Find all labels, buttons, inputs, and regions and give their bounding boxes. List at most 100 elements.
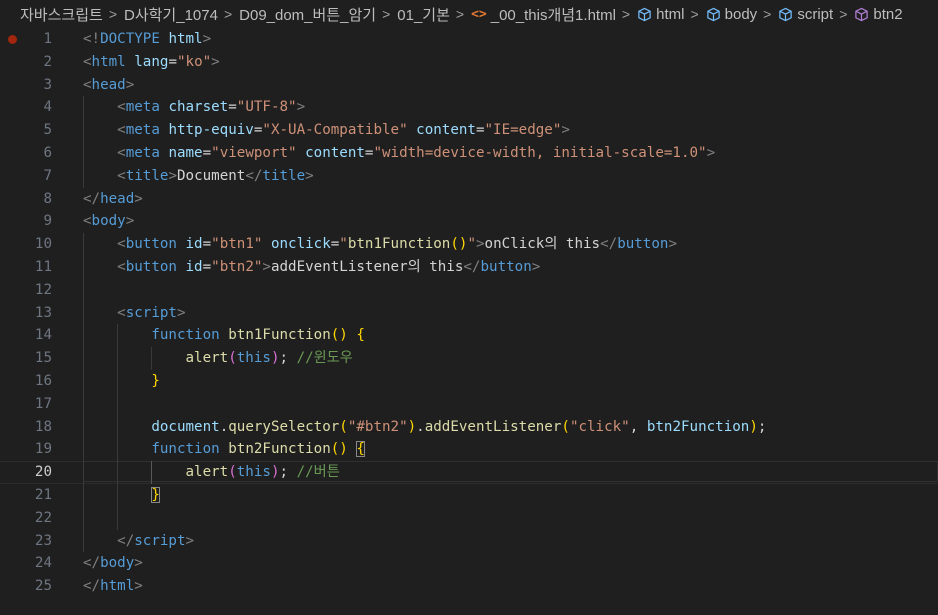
line-number: 8 bbox=[43, 190, 52, 207]
code-text: } bbox=[83, 484, 938, 507]
code-line[interactable]: 21 } bbox=[0, 483, 938, 507]
chevron-right-icon: > bbox=[690, 6, 699, 22]
element-icon bbox=[637, 7, 652, 22]
code-line[interactable]: 23 </script> bbox=[0, 529, 938, 553]
code-token: </ bbox=[600, 236, 618, 253]
code-token: //버튼 bbox=[296, 464, 340, 481]
line-number: 7 bbox=[43, 167, 52, 184]
code-line[interactable]: 20 alert(this); //버튼 bbox=[0, 461, 938, 484]
code-token: . bbox=[416, 418, 425, 435]
code-token: <! bbox=[83, 31, 101, 47]
code-token: button bbox=[617, 236, 669, 253]
code-token: meta bbox=[125, 99, 160, 116]
code-token: html bbox=[91, 53, 126, 70]
code-token: </ bbox=[245, 167, 263, 184]
code-token: document bbox=[151, 418, 220, 435]
breadcrumb-item[interactable]: btn2 bbox=[854, 6, 903, 23]
chevron-right-icon: > bbox=[382, 6, 391, 22]
code-token: > bbox=[305, 167, 314, 184]
code-line[interactable]: 25 </html> bbox=[0, 575, 938, 598]
line-number: 16 bbox=[34, 372, 52, 389]
line-number: 4 bbox=[43, 99, 52, 116]
code-token: http-equiv bbox=[168, 122, 254, 139]
code-token: ( bbox=[561, 418, 570, 435]
code-line[interactable]: 16 } bbox=[0, 369, 938, 393]
code-token: script bbox=[125, 304, 177, 321]
code-line[interactable]: 2 <html lang="ko"> bbox=[0, 51, 938, 74]
html-file-icon: <> bbox=[471, 6, 487, 22]
code-token: content bbox=[305, 144, 365, 161]
breadcrumb-item[interactable]: script bbox=[778, 6, 833, 23]
breadcrumb-item[interactable]: 자바스크립트 bbox=[20, 4, 103, 25]
code-line[interactable]: 18 document.querySelector("#btn2").addEv… bbox=[0, 415, 938, 439]
breadcrumb-item[interactable]: html bbox=[637, 6, 684, 23]
breadcrumb-item[interactable]: body bbox=[706, 6, 757, 23]
code-editor-window: 자바스크립트 > D사학기_1074 > D09_dom_버튼_암기 >01_기본 > <> _… bbox=[0, 0, 938, 615]
code-token: () bbox=[330, 441, 348, 458]
breadcrumb-item[interactable]: 01_기본 bbox=[397, 4, 450, 25]
line-number: 24 bbox=[34, 555, 52, 572]
code-line[interactable]: 13 <script> bbox=[0, 301, 938, 325]
code-token: "UTF-8" bbox=[236, 99, 297, 116]
code-line[interactable]: 24 </body> bbox=[0, 552, 938, 575]
code-line[interactable]: 3 <head> bbox=[0, 74, 938, 97]
code-text: <script> bbox=[83, 302, 938, 325]
breadcrumb-item[interactable]: <> _00_this개념1.html bbox=[471, 4, 616, 25]
breadcrumb-item[interactable]: D09_dom_버튼_암기 bbox=[239, 4, 376, 25]
code-line[interactable]: 19 function btn2Function() { bbox=[0, 438, 938, 462]
code-text: <button id="btn1" onclick="btn1Function(… bbox=[83, 233, 938, 256]
code-line[interactable]: 9 <body> bbox=[0, 210, 938, 233]
code-line[interactable]: 15 alert(this); //윈도우 bbox=[0, 347, 938, 370]
code-line[interactable]: 17 bbox=[0, 392, 938, 416]
code-line[interactable]: 12 bbox=[0, 278, 938, 302]
editor-pane[interactable]: 1 <!DOCTYPE html> 2 <html lang="ko"> 3 <head>… bbox=[0, 28, 938, 615]
breadcrumb-item[interactable]: D사학기_1074 bbox=[124, 4, 218, 25]
breadcrumb-label: 자바스크립트 bbox=[20, 6, 103, 24]
code-line[interactable]: 8 </head> bbox=[0, 188, 938, 211]
code-token: > bbox=[185, 532, 195, 549]
code-line[interactable]: 10 <button id="btn1" onclick="btn1Functi… bbox=[0, 233, 938, 256]
code-token: </ bbox=[463, 258, 481, 275]
code-token: title bbox=[125, 167, 169, 184]
code-line[interactable]: 1 <!DOCTYPE html> bbox=[0, 28, 938, 51]
code-line[interactable]: 4 <meta charset="UTF-8"> bbox=[0, 96, 938, 120]
code-token: head bbox=[100, 190, 135, 207]
code-line[interactable]: 11 <button id="btn2">addEventListener의 t… bbox=[0, 255, 938, 279]
code-token: function bbox=[151, 327, 220, 344]
code-text: </html> bbox=[83, 575, 938, 598]
chevron-right-icon: > bbox=[621, 6, 631, 22]
code-line[interactable]: 6 <meta name="viewport" content="width=d… bbox=[0, 141, 938, 165]
code-token: > bbox=[475, 236, 485, 253]
code-token: btn1Function bbox=[347, 236, 451, 253]
code-text: <title>Document</title> bbox=[83, 165, 938, 188]
code-token: > bbox=[531, 258, 541, 275]
code-token: "ko" bbox=[176, 53, 212, 70]
code-text: <button id="btn2">addEventListener의 this… bbox=[83, 256, 938, 279]
code-line[interactable]: 5 <meta http-equiv = "X-UA-Compatible" con… bbox=[0, 119, 938, 142]
code-line[interactable]: 7 <title>Document</title> bbox=[0, 164, 938, 188]
code-token: btn2Function bbox=[228, 441, 331, 458]
code-token: < bbox=[117, 122, 126, 139]
element-icon bbox=[706, 7, 721, 22]
code-text: <meta charset="UTF-8"> bbox=[83, 96, 938, 119]
code-token: name bbox=[168, 144, 203, 161]
code-text: <!DOCTYPE html> bbox=[83, 28, 938, 51]
code-token: < bbox=[117, 304, 126, 321]
code-line[interactable]: 14 function btn1Function() { bbox=[0, 324, 938, 348]
breadcrumb-label: D09_dom_버튼_암기 bbox=[239, 6, 377, 24]
code-text: document.querySelector("#btn2").addEvent… bbox=[83, 416, 938, 439]
code-line[interactable]: 22 bbox=[0, 506, 938, 530]
code-token: btn1Function bbox=[228, 327, 331, 344]
code-token: > bbox=[668, 236, 677, 253]
line-number: 14 bbox=[34, 327, 52, 344]
code-text: <body> bbox=[83, 210, 938, 233]
